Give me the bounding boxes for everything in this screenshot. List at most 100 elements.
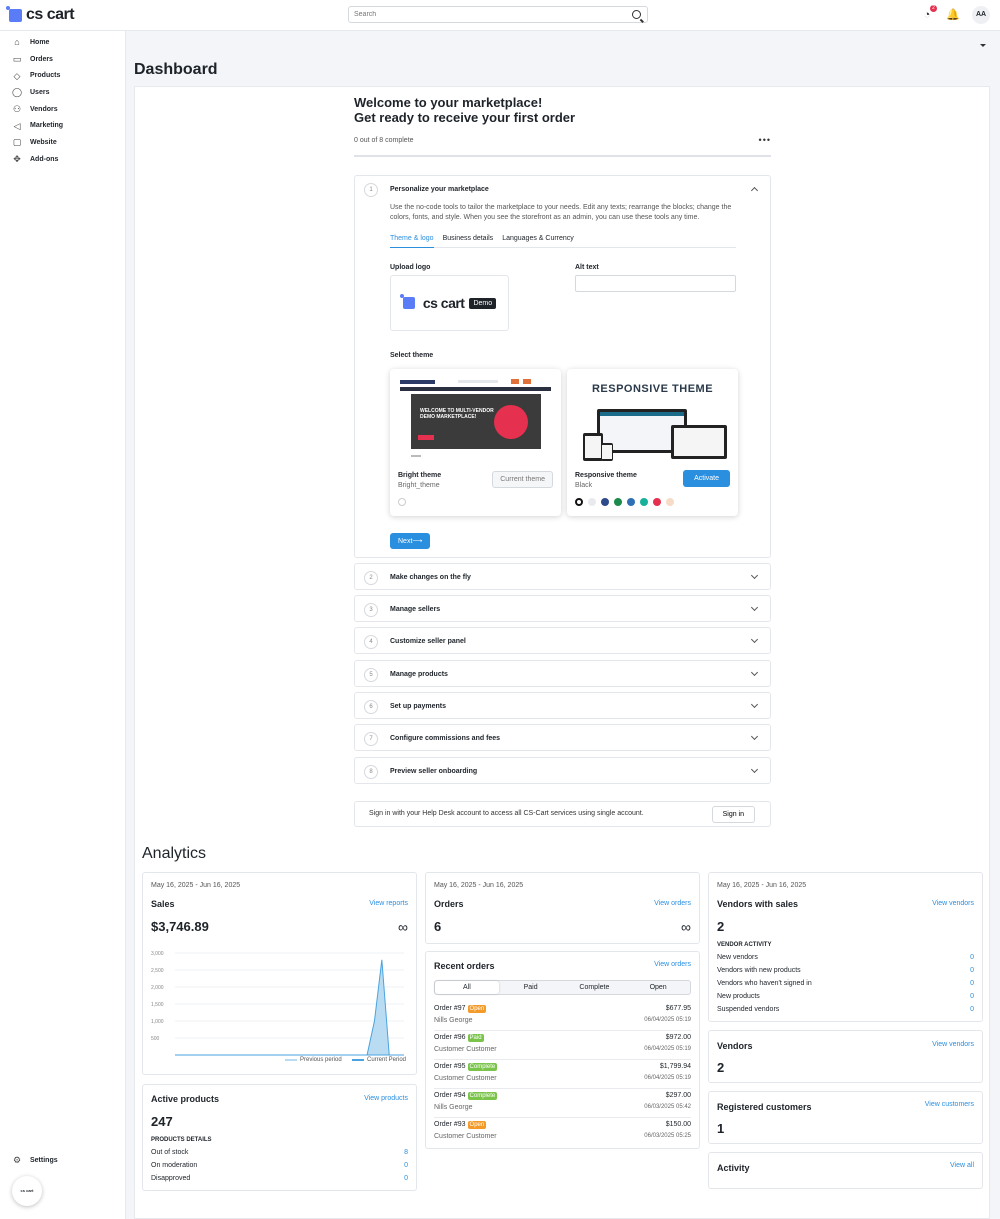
order-date: 06/04/2025 05:19 bbox=[644, 1075, 691, 1081]
sidebar-item-label: Orders bbox=[30, 55, 53, 63]
view-customers-link[interactable]: View customers bbox=[925, 1101, 974, 1108]
order-id[interactable]: Order #93 bbox=[434, 1121, 466, 1128]
step-number: 7 bbox=[364, 731, 378, 746]
avatar[interactable]: AA bbox=[972, 6, 990, 24]
kv-value[interactable]: 0 bbox=[404, 1162, 408, 1169]
filter-complete[interactable]: Complete bbox=[563, 981, 627, 994]
color-swatch[interactable] bbox=[601, 498, 609, 506]
order-row[interactable]: Order #93 Open Customer Customer $150.00 06/… bbox=[434, 1118, 691, 1147]
alt-text-input[interactable] bbox=[575, 275, 736, 292]
kv-value[interactable]: 8 bbox=[404, 1149, 408, 1156]
view-products-link[interactable]: View products bbox=[364, 1095, 408, 1102]
step-manage-sellers[interactable]: 3 Manage sellers bbox=[354, 595, 771, 622]
order-id[interactable]: Order #94 bbox=[434, 1092, 466, 1099]
order-id[interactable]: Order #97 bbox=[434, 1005, 466, 1012]
step-commissions[interactable]: 7 Configure commissions and fees bbox=[354, 724, 771, 751]
order-row[interactable]: Order #95 Complete Customer Customer $1,799… bbox=[434, 1060, 691, 1089]
filter-all[interactable]: All bbox=[435, 981, 499, 994]
tab-business-details[interactable]: Business details bbox=[443, 235, 494, 242]
chevron-up-icon[interactable] bbox=[750, 186, 759, 195]
kv-value[interactable]: 0 bbox=[404, 1175, 408, 1182]
chevron-down-icon[interactable] bbox=[750, 603, 759, 612]
megaphone-icon: ◁ bbox=[13, 120, 21, 131]
view-orders-link[interactable]: View orders bbox=[654, 900, 691, 907]
step-header[interactable]: 1 Personalize your marketplace bbox=[355, 176, 770, 203]
chevron-down-icon[interactable] bbox=[750, 700, 759, 709]
kv-value[interactable]: 0 bbox=[970, 1006, 974, 1013]
sidebar-item-orders[interactable]: ▭ Orders bbox=[0, 51, 125, 68]
kv-value[interactable]: 0 bbox=[970, 967, 974, 974]
sidebar-nav: ⌂ Home ▭ Orders ◇ Products ◯ Users ⚇ Vendors … bbox=[0, 31, 125, 168]
settings-label: Settings bbox=[30, 1156, 58, 1164]
color-swatch[interactable] bbox=[398, 498, 406, 506]
kv-value[interactable]: 0 bbox=[970, 954, 974, 961]
color-swatch[interactable] bbox=[640, 498, 648, 506]
help-icon[interactable]: ◔ 2 bbox=[920, 5, 937, 22]
chevron-down-icon[interactable] bbox=[750, 571, 759, 580]
activate-theme-button[interactable]: Activate bbox=[683, 470, 730, 487]
order-row[interactable]: Order #94 Complete Nills George $297.00 06/0… bbox=[434, 1089, 691, 1118]
sidebar-item-settings[interactable]: ⚙ Settings bbox=[12, 1155, 58, 1165]
view-all-link[interactable]: View all bbox=[950, 1162, 974, 1169]
orders-filter: All Paid Complete Open bbox=[434, 980, 691, 995]
tab-languages-currency[interactable]: Languages & Currency bbox=[502, 235, 574, 242]
filter-paid[interactable]: Paid bbox=[499, 981, 563, 994]
sidebar-item-vendors[interactable]: ⚇ Vendors bbox=[0, 101, 125, 118]
order-id[interactable]: Order #95 bbox=[434, 1063, 466, 1070]
color-swatch[interactable] bbox=[627, 498, 635, 506]
mini-logo-button[interactable]: cs cart bbox=[12, 1176, 42, 1206]
kv-value[interactable]: 0 bbox=[970, 980, 974, 987]
current-theme-button[interactable]: Current theme bbox=[492, 471, 553, 488]
step-title: Make changes on the fly bbox=[390, 574, 471, 581]
order-row[interactable]: Order #97 Open Nills George $677.95 06/04/20… bbox=[434, 1002, 691, 1031]
legend-label: Current Period bbox=[367, 1057, 407, 1063]
chevron-down-icon[interactable] bbox=[750, 668, 759, 677]
app-logo[interactable]: cs cart bbox=[6, 5, 75, 24]
signin-button[interactable]: Sign in bbox=[711, 806, 755, 823]
color-swatch[interactable] bbox=[588, 498, 596, 506]
kv-value[interactable]: 0 bbox=[970, 993, 974, 1000]
order-id[interactable]: Order #96 bbox=[434, 1034, 466, 1041]
sidebar-item-users[interactable]: ◯ Users bbox=[0, 84, 125, 101]
logo-upload-box[interactable]: cs cart Demo bbox=[390, 275, 509, 331]
sidebar-item-marketing[interactable]: ◁ Marketing bbox=[0, 117, 125, 134]
orders-card: May 16, 2025 - Jun 16, 2025 Orders View … bbox=[425, 872, 700, 944]
search-input[interactable] bbox=[349, 7, 619, 22]
alt-text-label: Alt text bbox=[575, 264, 599, 271]
step-seller-onboarding[interactable]: 8 Preview seller onboarding bbox=[354, 757, 771, 784]
signin-text: Sign in with your Help Desk account to a… bbox=[369, 810, 644, 817]
step-customize-seller-panel[interactable]: 4 Customize seller panel bbox=[354, 627, 771, 654]
filter-open[interactable]: Open bbox=[626, 981, 690, 994]
sidebar-item-website[interactable]: ▢ Website bbox=[0, 134, 125, 151]
search-icon[interactable] bbox=[632, 10, 641, 19]
order-customer: Customer Customer bbox=[434, 1046, 497, 1053]
tab-theme-logo[interactable]: Theme & logo bbox=[390, 235, 434, 248]
sidebar-item-addons[interactable]: ✥ Add-ons bbox=[0, 151, 125, 168]
sidebar-item-home[interactable]: ⌂ Home bbox=[0, 34, 125, 51]
y-tick-label: 2,000 bbox=[151, 985, 164, 991]
color-swatch[interactable] bbox=[614, 498, 622, 506]
step-set-up-payments[interactable]: 6 Set up payments bbox=[354, 692, 771, 719]
step-make-changes[interactable]: 2 Make changes on the fly bbox=[354, 563, 771, 590]
caret-down-icon[interactable] bbox=[980, 44, 986, 47]
view-reports-link[interactable]: View reports bbox=[369, 900, 408, 907]
color-swatch[interactable] bbox=[575, 498, 583, 506]
notification-badge: 2 bbox=[930, 5, 937, 12]
chevron-down-icon[interactable] bbox=[750, 732, 759, 741]
color-swatch[interactable] bbox=[666, 498, 674, 506]
view-vendors-link[interactable]: View vendors bbox=[932, 900, 974, 907]
bell-icon[interactable]: 🔔 bbox=[946, 8, 960, 22]
theme-card-bright[interactable]: WELCOME TO MULTI-VENDOR DEMO MARKETPLACE… bbox=[390, 369, 561, 516]
next-button[interactable]: Next⟶ bbox=[390, 533, 431, 549]
chevron-down-icon[interactable] bbox=[750, 635, 759, 644]
view-vendors-link[interactable]: View vendors bbox=[932, 1041, 974, 1048]
more-options-icon[interactable]: ••• bbox=[759, 135, 771, 145]
theme-card-responsive[interactable]: RESPONSIVE THEME Responsive theme Black … bbox=[567, 369, 738, 516]
sidebar-item-products[interactable]: ◇ Products bbox=[0, 67, 125, 84]
step-manage-products[interactable]: 5 Manage products bbox=[354, 660, 771, 687]
view-orders-link[interactable]: View orders bbox=[654, 961, 691, 968]
order-date: 06/04/2025 05:19 bbox=[644, 1046, 691, 1052]
order-row[interactable]: Order #96 Paid Customer Customer $972.00 06/… bbox=[434, 1031, 691, 1060]
color-swatch[interactable] bbox=[653, 498, 661, 506]
chevron-down-icon[interactable] bbox=[750, 765, 759, 774]
